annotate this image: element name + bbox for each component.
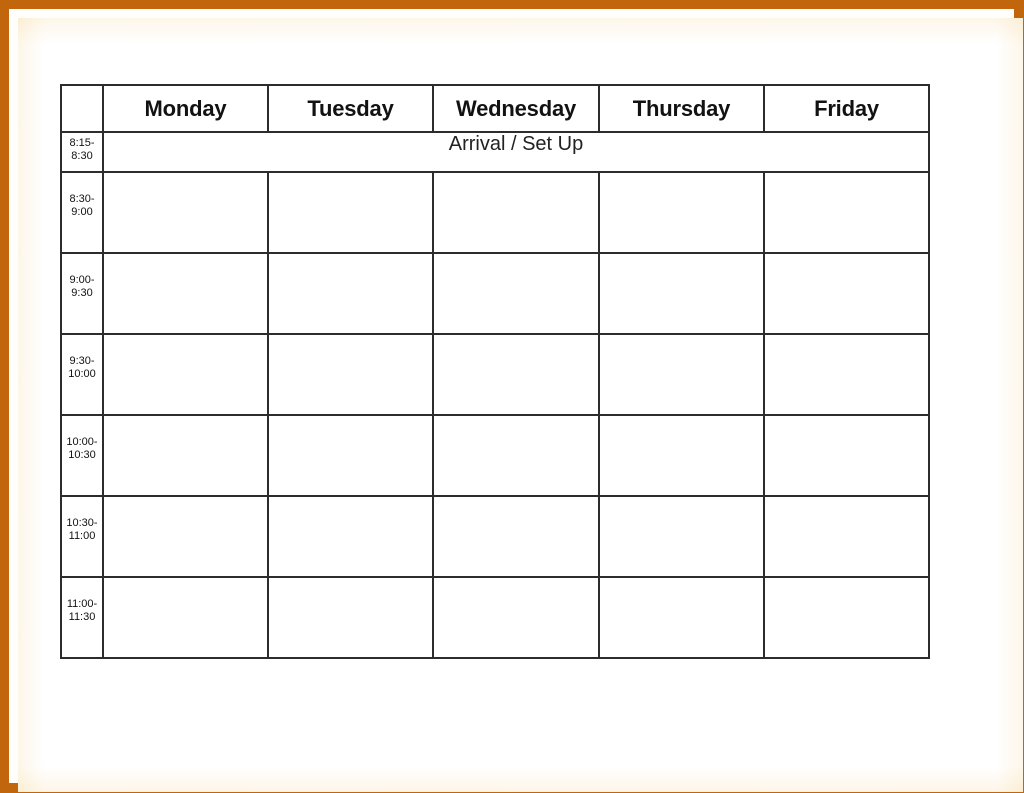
slot-cell-tuesday[interactable] xyxy=(267,252,434,335)
slot-cell-tuesday[interactable] xyxy=(267,333,434,416)
slot-cell-tuesday[interactable] xyxy=(267,171,434,254)
table-row: 10:30- 11:00 xyxy=(60,495,930,578)
time-label-8-15-8-30: 8:15- 8:30 xyxy=(60,131,104,173)
slot-cell-wednesday[interactable] xyxy=(432,333,600,416)
slot-cell-monday[interactable] xyxy=(102,252,269,335)
table-row: 9:00- 9:30 xyxy=(60,252,930,335)
day-header-friday: Friday xyxy=(763,84,930,133)
slot-cell-monday[interactable] xyxy=(102,171,269,254)
table-row: 8:30- 9:00 xyxy=(60,171,930,254)
slot-cell-friday[interactable] xyxy=(763,252,930,335)
day-header-thursday: Thursday xyxy=(598,84,765,133)
table-row: 10:00- 10:30 xyxy=(60,414,930,497)
slot-cell-friday[interactable] xyxy=(763,333,930,416)
time-label-line1: 11:00- xyxy=(66,598,98,610)
slot-cell-thursday[interactable] xyxy=(598,171,765,254)
slot-cell-monday[interactable] xyxy=(102,333,269,416)
slot-cell-thursday[interactable] xyxy=(598,414,765,497)
table-header-row: Monday Tuesday Wednesday Thursday Friday xyxy=(60,84,930,133)
slot-cell-monday[interactable] xyxy=(102,576,269,659)
time-label-line1: 9:00- xyxy=(69,274,95,286)
time-label-line2: 10:00 xyxy=(68,368,96,380)
time-label-line2: 11:00 xyxy=(68,530,96,542)
slot-cell-tuesday[interactable] xyxy=(267,414,434,497)
time-label-9-00-9-30: 9:00- 9:30 xyxy=(60,252,104,335)
slot-cell-wednesday[interactable] xyxy=(432,171,600,254)
slot-cell-monday[interactable] xyxy=(102,414,269,497)
slot-cell-friday[interactable] xyxy=(763,495,930,578)
day-header-wednesday: Wednesday xyxy=(432,84,600,133)
corner-empty-header xyxy=(60,84,104,133)
table-row: 9:30- 10:00 xyxy=(60,333,930,416)
slot-cell-thursday[interactable] xyxy=(598,576,765,659)
slot-cell-wednesday[interactable] xyxy=(432,495,600,578)
slot-cell-monday[interactable] xyxy=(102,495,269,578)
time-label-10-00-10-30: 10:00- 10:30 xyxy=(60,414,104,497)
time-label-8-30-9-00: 8:30- 9:00 xyxy=(60,171,104,254)
day-header-tuesday: Tuesday xyxy=(267,84,434,133)
slot-cell-tuesday[interactable] xyxy=(267,495,434,578)
slot-cell-friday[interactable] xyxy=(763,171,930,254)
arrival-set-up-cell[interactable]: Arrival / Set Up xyxy=(102,131,930,173)
time-label-line1: 10:00- xyxy=(66,436,98,448)
slot-cell-thursday[interactable] xyxy=(598,252,765,335)
table-row: 11:00- 11:30 xyxy=(60,576,930,659)
slot-cell-thursday[interactable] xyxy=(598,495,765,578)
slot-cell-wednesday[interactable] xyxy=(432,252,600,335)
time-label-line1: 8:15- xyxy=(69,137,95,149)
slot-cell-thursday[interactable] xyxy=(598,333,765,416)
table-row-arrival: 8:15- 8:30 Arrival / Set Up xyxy=(60,131,930,173)
slot-cell-friday[interactable] xyxy=(763,576,930,659)
slot-cell-wednesday[interactable] xyxy=(432,414,600,497)
time-label-line1: 8:30- xyxy=(69,193,95,205)
time-label-10-30-11-00: 10:30- 11:00 xyxy=(60,495,104,578)
weekly-schedule-table: Monday Tuesday Wednesday Thursday Friday… xyxy=(60,84,930,659)
time-label-line2: 10:30 xyxy=(68,449,96,461)
time-label-line2: 11:30 xyxy=(68,611,96,623)
time-label-line1: 9:30- xyxy=(69,355,95,367)
day-header-monday: Monday xyxy=(102,84,269,133)
time-label-line2: 9:00 xyxy=(71,206,93,218)
time-label-line2: 9:30 xyxy=(71,287,93,299)
time-label-9-30-10-00: 9:30- 10:00 xyxy=(60,333,104,416)
schedule-table-container: Monday Tuesday Wednesday Thursday Friday… xyxy=(60,84,930,667)
time-label-line1: 10:30- xyxy=(66,517,98,529)
time-label-line2: 8:30 xyxy=(71,150,93,162)
time-label-11-00-11-30: 11:00- 11:30 xyxy=(60,576,104,659)
slot-cell-friday[interactable] xyxy=(763,414,930,497)
slot-cell-tuesday[interactable] xyxy=(267,576,434,659)
slot-cell-wednesday[interactable] xyxy=(432,576,600,659)
page-frame: Monday Tuesday Wednesday Thursday Friday… xyxy=(0,0,1024,793)
